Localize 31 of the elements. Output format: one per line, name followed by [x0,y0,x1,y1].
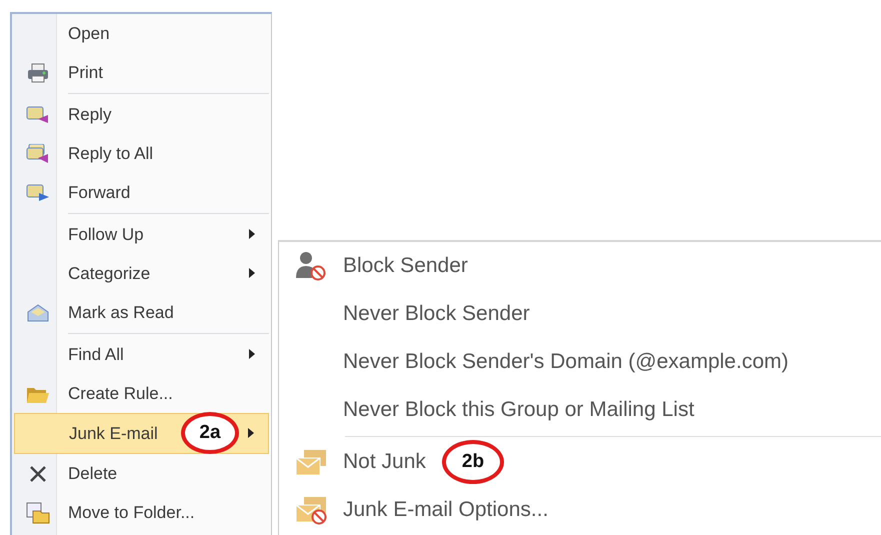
menu-item[interactable]: Print [14,53,269,92]
delete-icon [29,464,47,482]
callout-badge: 2b [442,440,504,484]
menu-item[interactable]: Reply [14,95,269,134]
menu-item[interactable]: Never Block this Group or Mailing List [279,386,881,434]
menu-item[interactable]: Never Block Sender's Domain (@example.com) [279,338,881,386]
menu-item[interactable]: Create Rule... [14,374,269,413]
menu-item[interactable]: Follow Up [14,215,269,254]
reply-icon [26,104,50,124]
menu-item[interactable]: Categorize [14,254,269,293]
move-to-folder-icon [26,502,50,524]
menu-item[interactable]: Delete [14,454,269,493]
blocked-person-icon [296,251,326,281]
menu-item[interactable]: Never Block Sender [279,290,881,338]
menu-item[interactable]: Junk E-mail Options... [279,486,881,534]
menu-item[interactable]: Open [14,14,269,53]
menu-item[interactable]: Block Sender [279,242,881,290]
callout-badge: 2a [181,412,239,454]
menu-item[interactable]: Mark as Read [14,293,269,332]
menu-item[interactable]: Not Junk 2b [279,438,881,486]
reply-all-icon [26,144,50,164]
menu-item[interactable]: Junk E-mail 2a [14,413,269,454]
printer-icon [27,62,49,82]
menu-item[interactable]: Find All [14,335,269,374]
menu-item[interactable]: Reply to All [14,134,269,173]
menu-item[interactable]: Move to Folder... [14,493,269,532]
envelopes-blocked-icon [295,495,327,525]
menu-item[interactable]: Forward [14,173,269,212]
envelope-icon [27,304,49,322]
forward-icon [26,182,50,202]
envelopes-icon [295,448,327,476]
